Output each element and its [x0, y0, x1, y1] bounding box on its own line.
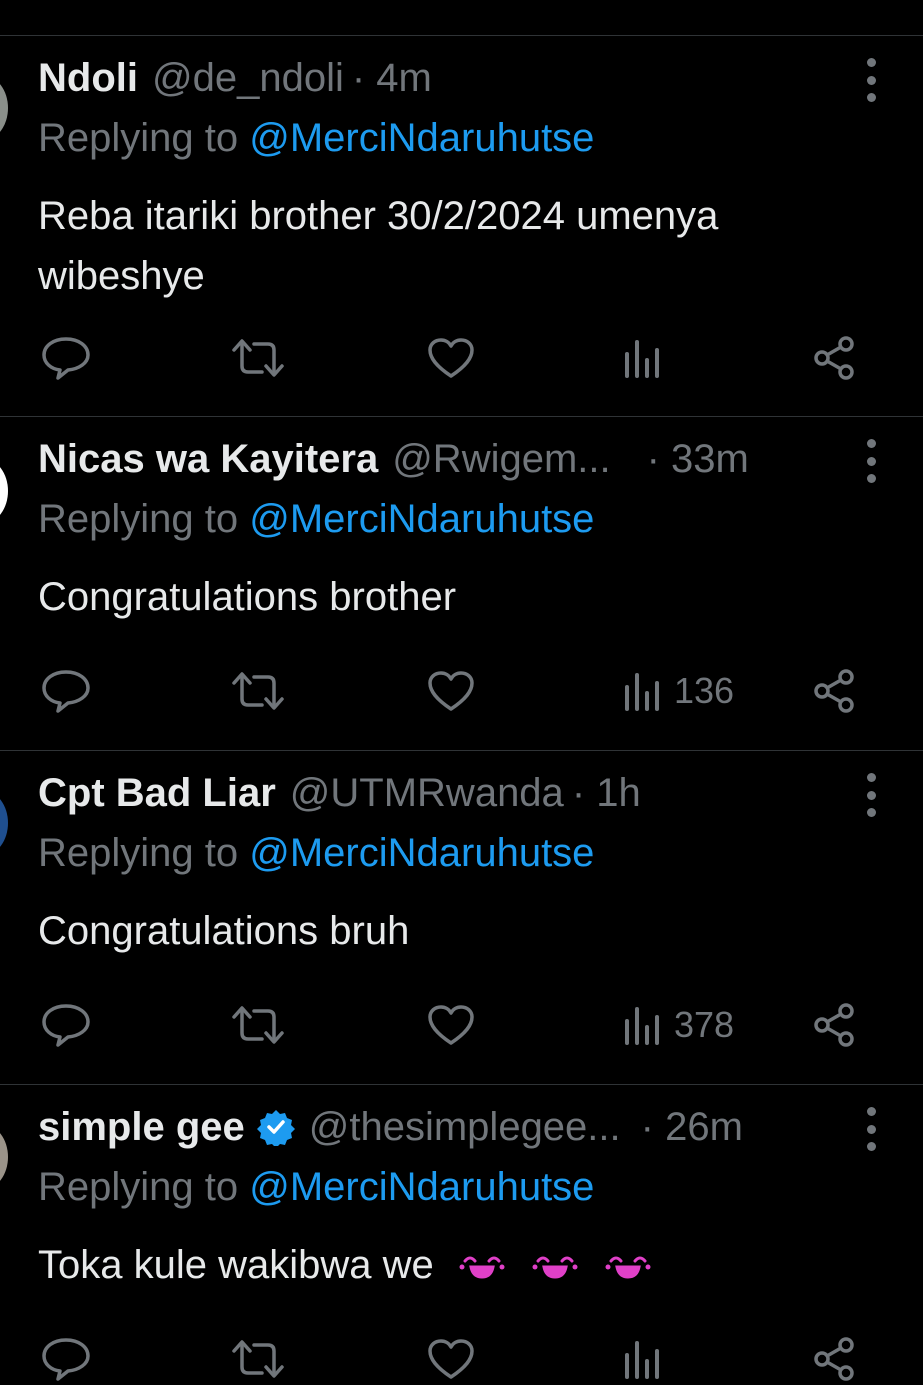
action-bar — [40, 1334, 863, 1384]
reply-icon — [42, 1004, 90, 1047]
author-handle[interactable]: @thesimplegee... — [309, 1105, 621, 1150]
reply-header: Ndoli @de_ndoli · 4m — [38, 54, 843, 102]
like-button[interactable] — [426, 1000, 476, 1050]
share-icon — [814, 669, 854, 713]
repost-icon — [232, 1340, 284, 1378]
views-icon — [625, 1007, 659, 1045]
replying-to: Replying to @MerciNdaruhutse — [38, 116, 594, 161]
author-handle[interactable]: @Rwigem... — [392, 437, 610, 482]
laughing-emoji-icon — [530, 1237, 580, 1297]
share-button[interactable] — [810, 333, 858, 383]
views-icon — [625, 1341, 659, 1379]
repost-icon — [232, 339, 284, 377]
author-name[interactable]: Cpt Bad Liar — [38, 771, 276, 816]
like-icon — [428, 338, 474, 378]
mention-link[interactable]: @MerciNdaruhutse — [249, 116, 594, 160]
verified-badge-icon — [256, 1108, 295, 1146]
repost-icon — [232, 672, 284, 710]
like-button[interactable] — [426, 666, 476, 716]
reply-icon — [42, 1338, 90, 1381]
repost-button[interactable] — [230, 1334, 286, 1384]
reply-icon — [42, 337, 90, 380]
share-icon — [814, 1003, 854, 1047]
like-icon — [428, 1339, 474, 1379]
replying-label: Replying to — [38, 831, 239, 875]
timestamp[interactable]: · 4m — [352, 56, 432, 101]
replying-to: Replying to @MerciNdaruhutse — [38, 1165, 594, 1210]
views-button[interactable] — [622, 1334, 674, 1384]
action-bar — [40, 333, 863, 383]
share-button[interactable] — [810, 666, 858, 716]
author-name[interactable]: simple gee — [38, 1105, 245, 1150]
views-icon — [625, 673, 659, 711]
reply-header: simple gee @thesimplegee... · 26m — [38, 1103, 843, 1151]
replying-to: Replying to @MerciNdaruhutse — [38, 497, 594, 542]
timestamp[interactable]: · 1h — [572, 771, 641, 816]
timestamp[interactable]: · 33m — [647, 437, 749, 482]
reply-text: Reba itariki brother 30/2/2024 umenya wi… — [38, 194, 719, 298]
views-icon — [625, 340, 659, 378]
reply-item[interactable]: simple gee @thesimplegee... · 26m Replyi… — [0, 1085, 923, 1385]
author-handle[interactable]: @UTMRwanda — [290, 771, 564, 816]
reply-button[interactable] — [40, 1000, 92, 1050]
reply-header: Nicas wa Kayitera @Rwigem... · 33m — [38, 435, 843, 483]
reply-text-content: Toka kule wakibwa we — [38, 1243, 434, 1287]
reply-text: Congratulations brother — [38, 575, 457, 619]
repost-button[interactable] — [230, 666, 286, 716]
share-button[interactable] — [810, 1000, 858, 1050]
mention-link[interactable]: @MerciNdaruhutse — [249, 1165, 594, 1209]
reply-button[interactable] — [40, 666, 92, 716]
reply-item[interactable]: Cpt Bad Liar @UTMRwanda · 1h Replying to… — [0, 751, 923, 1085]
avatar[interactable] — [0, 1125, 8, 1189]
laughing-emoji-icon — [603, 1237, 653, 1297]
avatar[interactable] — [0, 791, 8, 855]
share-icon — [814, 1337, 854, 1381]
author-handle[interactable]: @de_ndoli — [152, 56, 344, 101]
like-icon — [428, 671, 474, 711]
repost-icon — [232, 1006, 284, 1044]
views-button[interactable] — [622, 333, 674, 383]
action-bar: 136 — [40, 666, 863, 716]
like-button[interactable] — [426, 333, 476, 383]
views-count: 378 — [674, 1004, 735, 1045]
reply-button[interactable] — [40, 1334, 92, 1384]
more-icon[interactable] — [859, 439, 883, 483]
avatar[interactable] — [0, 459, 8, 523]
views-button[interactable]: 136 — [622, 666, 734, 716]
more-icon[interactable] — [859, 58, 883, 102]
repost-button[interactable] — [230, 1000, 286, 1050]
timestamp[interactable]: · 26m — [641, 1105, 743, 1150]
author-name[interactable]: Ndoli — [38, 56, 138, 101]
views-button[interactable]: 378 — [622, 1000, 734, 1050]
mention-link[interactable]: @MerciNdaruhutse — [249, 497, 594, 541]
replying-to: Replying to @MerciNdaruhutse — [38, 831, 594, 876]
reply-header: Cpt Bad Liar @UTMRwanda · 1h — [38, 769, 843, 817]
repost-button[interactable] — [230, 333, 286, 383]
action-bar: 378 — [40, 1000, 863, 1050]
replying-label: Replying to — [38, 497, 239, 541]
reply-button[interactable] — [40, 333, 92, 383]
reply-icon — [42, 670, 90, 713]
like-button[interactable] — [426, 1334, 476, 1384]
more-icon[interactable] — [859, 1107, 883, 1151]
laughing-emoji-icon — [457, 1237, 507, 1297]
views-count: 136 — [674, 670, 735, 711]
more-icon[interactable] — [859, 773, 883, 817]
like-icon — [428, 1005, 474, 1045]
replying-label: Replying to — [38, 1165, 239, 1209]
reply-text: Toka kule wakibwa we — [38, 1235, 878, 1297]
share-button[interactable] — [810, 1334, 858, 1384]
share-icon — [814, 336, 854, 380]
replying-label: Replying to — [38, 116, 239, 160]
reply-text: Congratulations bruh — [38, 909, 410, 953]
author-name[interactable]: Nicas wa Kayitera — [38, 437, 378, 482]
reply-item[interactable]: Nicas wa Kayitera @Rwigem... · 33m Reply… — [0, 417, 923, 751]
reply-item[interactable]: Ndoli @de_ndoli · 4m Replying to @MerciN… — [0, 36, 923, 417]
mention-link[interactable]: @MerciNdaruhutse — [249, 831, 594, 875]
avatar[interactable] — [0, 76, 8, 140]
